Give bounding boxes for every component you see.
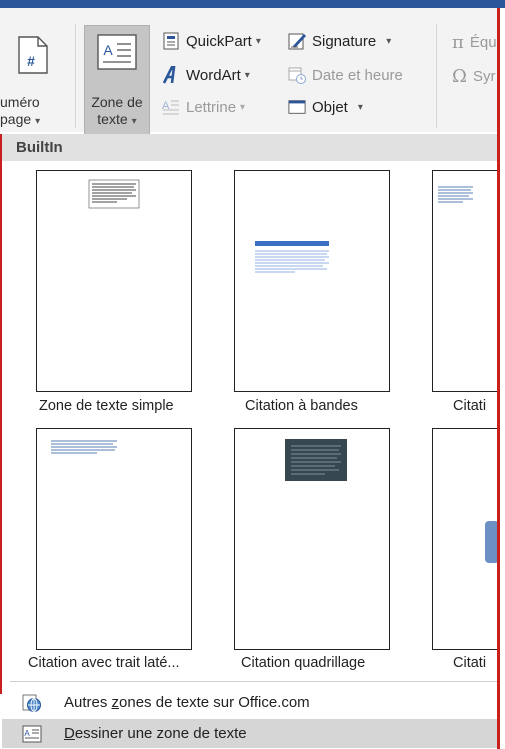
draw-text-box-icon: A xyxy=(22,724,42,744)
simple-text-box-preview xyxy=(88,179,140,209)
gallery-item-label: Zone de texte simple xyxy=(39,398,174,414)
symbol-label: Syr xyxy=(472,68,496,85)
sixth-quote-preview xyxy=(485,521,497,563)
text-box-gallery: Zone de texte simple Citation à bandes C… xyxy=(0,161,497,681)
object-label: Objet xyxy=(312,98,348,116)
svg-text:A: A xyxy=(24,729,30,738)
office-com-icon xyxy=(22,693,42,713)
gallery-item-sixth-quote[interactable] xyxy=(432,428,497,650)
side-line-quote-preview xyxy=(51,440,117,454)
menu-separator xyxy=(10,681,497,682)
chevron-down-icon: ▾ xyxy=(244,69,250,81)
signature-button[interactable]: Signature ▾ xyxy=(288,32,391,50)
page-number-label-2: page xyxy=(0,111,32,127)
dropdown-left-border xyxy=(0,134,2,694)
quickpart-button[interactable]: QuickPart ▾ xyxy=(162,32,261,50)
draw-text-box-label: Dessiner une zone de texte xyxy=(64,725,247,742)
third-quote-preview xyxy=(438,186,473,203)
page-number-label-1: uméro xyxy=(0,94,40,110)
ribbon: # uméro page ▾ A Zone de texte ▾ QuickPart… xyxy=(0,8,497,135)
equation-label: Équ xyxy=(469,34,497,51)
page-number-icon[interactable]: # xyxy=(18,36,48,79)
date-time-button[interactable]: Date et heure xyxy=(288,66,403,84)
date-time-label: Date et heure xyxy=(312,66,403,84)
signature-label: Signature xyxy=(312,32,377,50)
banded-quote-preview xyxy=(255,241,329,273)
gallery-item-third-quote[interactable] xyxy=(432,170,497,392)
gallery-item-grid-quote[interactable] xyxy=(234,428,390,650)
title-bar xyxy=(0,0,505,8)
wordart-button[interactable]: WordArt ▾ xyxy=(162,66,250,84)
chevron-down-icon: ▾ xyxy=(357,101,363,113)
drop-cap-icon: A xyxy=(162,98,180,116)
calendar-clock-icon xyxy=(288,66,306,84)
gallery-item-label: Citation à bandes xyxy=(245,398,358,414)
signature-icon xyxy=(288,32,306,50)
gallery-item-label: Citati xyxy=(453,398,487,414)
section-header-band xyxy=(0,134,497,161)
lettrine-button[interactable]: A Lettrine ▾ xyxy=(162,98,245,116)
quickpart-label: QuickPart xyxy=(186,32,252,50)
svg-text:#: # xyxy=(27,53,35,69)
draw-text-box[interactable]: A Dessiner une zone de texte xyxy=(2,719,497,748)
object-icon xyxy=(288,98,306,116)
lettrine-label: Lettrine xyxy=(186,98,237,116)
wordart-icon xyxy=(162,66,180,84)
pi-icon: π xyxy=(452,32,464,53)
gallery-item-simple-text-box[interactable] xyxy=(36,170,192,392)
chevron-down-icon: ▾ xyxy=(240,101,246,113)
page-number-button[interactable]: uméro page ▾ xyxy=(0,94,72,130)
ribbon-separator xyxy=(436,24,437,128)
chevron-down-icon: ▾ xyxy=(255,35,261,47)
gallery-item-label: Citation avec trait laté... xyxy=(28,655,180,671)
svg-text:A: A xyxy=(103,42,113,58)
text-box-label-1: Zone de xyxy=(91,94,143,110)
text-box-label-2: texte xyxy=(97,111,128,127)
wordart-label: WordArt xyxy=(186,66,241,84)
equation-button[interactable]: π Équ xyxy=(452,32,497,53)
text-box-icon: A xyxy=(97,34,137,75)
ribbon-separator xyxy=(75,24,76,128)
section-header: BuiltIn xyxy=(16,139,63,156)
chevron-down-icon: ▾ xyxy=(386,35,392,47)
gallery-item-banded-quote[interactable] xyxy=(234,170,390,392)
more-text-boxes-office-com[interactable]: Autres zones de texte sur Office.com xyxy=(2,688,497,717)
gallery-item-label: Citation quadrillage xyxy=(241,655,366,671)
gallery-item-label: Citati xyxy=(453,655,487,671)
chevron-down-icon: ▾ xyxy=(131,116,137,127)
grid-quote-preview xyxy=(285,439,347,481)
quickpart-icon xyxy=(162,32,180,50)
gallery-item-side-line-quote[interactable] xyxy=(36,428,192,650)
symbol-button[interactable]: Ω Syr xyxy=(452,66,495,87)
object-button[interactable]: Objet ▾ xyxy=(288,98,363,116)
more-text-boxes-label: Autres zones de texte sur Office.com xyxy=(64,694,310,711)
chevron-down-icon: ▾ xyxy=(35,116,41,127)
omega-icon: Ω xyxy=(452,66,467,87)
text-box-button[interactable]: Zone de texte ▾ xyxy=(84,94,150,130)
dropdown-right-border xyxy=(497,8,500,749)
